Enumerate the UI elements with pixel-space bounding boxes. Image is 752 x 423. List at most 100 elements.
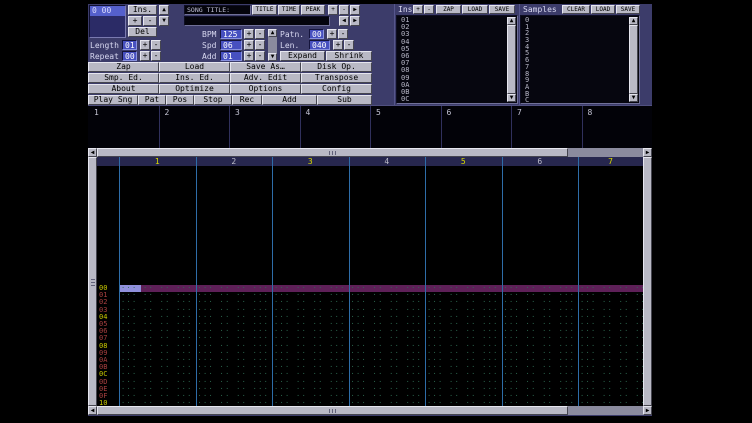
play-pattern-button[interactable]: Pat [138, 95, 166, 105]
instrument-strip-column[interactable]: 6 [441, 106, 513, 148]
record-button[interactable]: Rec [232, 95, 262, 105]
channel-header-7[interactable]: 7 [578, 158, 643, 166]
speed-plus-button[interactable]: + [244, 40, 254, 50]
instrument-editor-button[interactable]: Ins. Ed. [159, 73, 230, 83]
sample-list-item[interactable]: B [522, 91, 629, 98]
instrument-strip-column[interactable]: 5 [370, 106, 442, 148]
play-position-button[interactable]: Pos [166, 95, 194, 105]
pattern-left-vscrollbar[interactable] [88, 157, 97, 406]
instrument-save-button[interactable]: SAVE [489, 5, 515, 14]
transpose-button[interactable]: Transpose [301, 73, 372, 83]
tab-peak[interactable]: PEAK [301, 5, 325, 15]
scroll-up-icon[interactable]: ▲ [629, 17, 638, 25]
shrink-button[interactable]: Shrink [326, 51, 372, 61]
instrument-minus-button[interactable]: - [424, 5, 434, 14]
channel-header-4[interactable]: 4 [349, 158, 426, 166]
instrument-list-item[interactable]: 03 [398, 31, 507, 38]
sample-list-item[interactable]: 0 [522, 17, 629, 24]
disk-op-button[interactable]: Disk Op. [301, 62, 372, 72]
scroll-up-icon[interactable]: ▲ [507, 17, 516, 25]
instrument-zap-button[interactable]: ZAP [436, 5, 461, 14]
sample-list[interactable]: 0123456789ABC [522, 17, 629, 102]
sample-list-item[interactable]: 8 [522, 71, 629, 78]
length-plus-button[interactable]: + [140, 40, 150, 50]
vscrollbar-thumb[interactable] [643, 157, 652, 406]
sample-list-item[interactable]: 2 [522, 30, 629, 37]
sample-list-item[interactable]: 4 [522, 44, 629, 51]
add-minus-button[interactable]: - [255, 51, 265, 61]
title-plus-button[interactable]: + [328, 5, 338, 15]
instrument-list-item[interactable]: 05 [398, 46, 507, 53]
sample-editor-button[interactable]: Smp. Ed. [88, 73, 159, 83]
mini-slider-down-button[interactable]: ▼ [268, 53, 277, 61]
sample-list-item[interactable]: 3 [522, 37, 629, 44]
instrument-list-item[interactable]: 07 [398, 60, 507, 67]
order-delete-button[interactable]: Del [128, 27, 157, 37]
pattern-top-hscrollbar[interactable] [97, 148, 643, 157]
instrument-list-item[interactable]: 0B [398, 89, 507, 96]
pattern-length-minus-button[interactable]: - [344, 40, 354, 50]
scroll-down-icon[interactable]: ▼ [629, 94, 638, 102]
order-list-row[interactable] [90, 16, 125, 26]
play-song-button[interactable]: Play Sng [88, 95, 138, 105]
scroll-down-icon[interactable]: ▼ [507, 94, 516, 102]
expand-button[interactable]: Expand [280, 51, 325, 61]
pattern-bottom-hscrollbar[interactable] [97, 406, 643, 415]
title-next-button[interactable]: ▶ [350, 5, 360, 15]
sample-list-item[interactable]: 9 [522, 77, 629, 84]
order-plus-button[interactable]: + [128, 16, 142, 26]
advanced-edit-button[interactable]: Adv. Edit [230, 73, 301, 83]
bpm-minus-button[interactable]: - [255, 29, 265, 39]
sample-list-scrollbar[interactable]: ▲ ▼ [629, 17, 638, 102]
instrument-list-item[interactable]: 04 [398, 39, 507, 46]
instrument-plus-button[interactable]: + [413, 5, 423, 14]
sample-clear-button[interactable]: CLEAR [562, 5, 590, 14]
instrument-list-item[interactable]: 09 [398, 75, 507, 82]
tab-title[interactable]: TITLE [252, 5, 277, 15]
save-as-button[interactable]: Save As… [230, 62, 301, 72]
instrument-strip-column[interactable]: 3 [229, 106, 301, 148]
mini-slider-track[interactable] [268, 37, 277, 53]
channel-header-6[interactable]: 6 [502, 158, 579, 166]
scrollbar-thumb[interactable] [507, 25, 516, 94]
hscrollbar-thumb[interactable] [97, 406, 568, 415]
sample-list-item[interactable]: A [522, 84, 629, 91]
pattern-body[interactable]: 00··· ·· ·· ······ ·· ·· ······ ·· ·· ··… [97, 166, 643, 406]
load-button[interactable]: Load [159, 62, 230, 72]
sub-order-button[interactable]: Sub [317, 95, 372, 105]
instrument-list-item[interactable]: 02 [398, 24, 507, 31]
options-button[interactable]: Options [230, 84, 301, 94]
stop-button[interactable]: Stop [194, 95, 232, 105]
instrument-strip-column[interactable]: 8 [582, 106, 653, 148]
zap-button[interactable]: Zap [88, 62, 159, 72]
instrument-list-item[interactable]: 08 [398, 67, 507, 74]
order-insert-button[interactable]: Ins. [128, 5, 157, 15]
instrument-list-scrollbar[interactable]: ▲ ▼ [507, 17, 516, 102]
sample-load-button[interactable]: LOAD [591, 5, 615, 14]
instrument-list[interactable]: 0102030405060708090A0B0C [398, 17, 507, 102]
pattern-scroll-left-icon[interactable]: ◀ [88, 406, 97, 415]
pattern-scroll-left-icon[interactable]: ◀ [88, 148, 97, 157]
mini-slider-up-button[interactable]: ▲ [268, 29, 277, 37]
vscrollbar-thumb[interactable] [88, 157, 97, 406]
pattern-number-plus-button[interactable]: + [327, 29, 337, 39]
instrument-list-item[interactable]: 0A [398, 82, 507, 89]
instrument-strip-column[interactable]: 1 [88, 106, 160, 148]
sample-list-item[interactable]: C [522, 97, 629, 102]
channel-header-2[interactable]: 2 [196, 158, 273, 166]
instrument-strip-column[interactable]: 7 [511, 106, 583, 148]
song-title-input[interactable] [184, 16, 330, 26]
sample-list-item[interactable]: 1 [522, 24, 629, 31]
hscrollbar-thumb[interactable] [97, 148, 568, 157]
bpm-plus-button[interactable]: + [244, 29, 254, 39]
order-up-button[interactable]: ▲ [159, 5, 169, 15]
channel-header-3[interactable]: 3 [272, 158, 349, 166]
repeat-minus-button[interactable]: - [151, 51, 161, 61]
sample-list-item[interactable]: 5 [522, 50, 629, 57]
sample-list-item[interactable]: 6 [522, 57, 629, 64]
pattern-scroll-right-icon[interactable]: ▶ [643, 406, 652, 415]
scrollbar-thumb[interactable] [629, 25, 638, 94]
optimize-button[interactable]: Optimize [159, 84, 230, 94]
channel-header-5[interactable]: 5 [425, 158, 502, 166]
instrument-strip[interactable]: 12345678 [88, 105, 652, 148]
